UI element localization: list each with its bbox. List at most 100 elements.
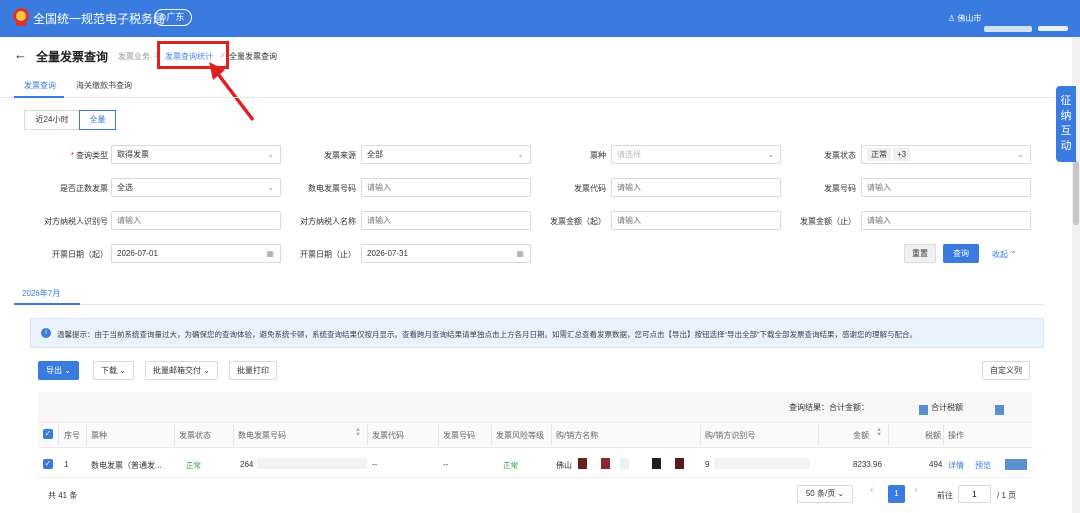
amount-to-input[interactable]: [861, 211, 1031, 230]
batch-print-button[interactable]: 批量打印: [229, 361, 277, 380]
tab-month[interactable]: 2026年7月: [22, 288, 60, 299]
query-type-label-text: 查询类型: [76, 151, 108, 160]
invoice-kind-label: 票种: [590, 151, 606, 160]
breadcrumb-item-invoice-business[interactable]: 发票业务: [118, 51, 150, 62]
amount-from-input[interactable]: [611, 211, 781, 230]
cell-number: --: [443, 460, 449, 469]
redacted-value: [919, 405, 928, 415]
sort-icon[interactable]: ▲ ▼: [355, 427, 361, 438]
select-all-checkbox[interactable]: ✓: [43, 429, 53, 439]
chevron-down-icon: ⌄: [62, 366, 71, 375]
filter-last-24h-button[interactable]: 近24小时: [24, 110, 80, 130]
status-more-tag: +3: [893, 148, 911, 161]
column-divider: [818, 425, 819, 445]
column-divider: [943, 425, 944, 445]
info-icon: i: [41, 328, 51, 338]
prev-page-icon[interactable]: ‹: [870, 484, 874, 496]
app-title: 全国统一规范电子税务局: [33, 12, 166, 26]
cell-name: 佛山: [556, 461, 572, 470]
export-button[interactable]: 导出 ⌄: [38, 361, 79, 380]
collapse-link[interactable]: 收起 ⌃: [992, 249, 1017, 260]
source-select[interactable]: 全部 ⌄: [361, 145, 531, 164]
notice-text: 温馨提示：由于当前系统查询量过大，为确保您的查询体验，避免系统卡顿，系统查询结果…: [57, 330, 917, 339]
counterparty-name-input[interactable]: [361, 211, 531, 230]
query-type-select[interactable]: 取得发票 ⌄: [111, 145, 281, 164]
col-risk: 发票风险等级: [496, 431, 544, 440]
tab-invoice-query[interactable]: 发票查询: [24, 80, 56, 91]
scrollbar-thumb[interactable]: [1073, 161, 1079, 225]
col-tax: 税额: [925, 431, 941, 440]
cell-e-number: 264: [240, 460, 254, 469]
cell-status: 正常: [186, 461, 201, 470]
invoice-code-input[interactable]: [611, 178, 781, 197]
positive-invoice-select[interactable]: 全选 ⌄: [111, 178, 281, 197]
main-tabs: [0, 76, 1072, 98]
invoice-number-input[interactable]: [861, 178, 1031, 197]
region-selector[interactable]: ⊙广东: [154, 9, 192, 26]
redacted-name: [652, 458, 661, 469]
col-e-number[interactable]: 数电发票号码: [238, 430, 286, 441]
col-actions: 操作: [948, 431, 964, 440]
column-divider: [367, 425, 368, 445]
summary-bar: [38, 392, 1032, 422]
date-to-picker[interactable]: 2026-07-31 ▦: [361, 244, 531, 263]
goto-page-input[interactable]: [958, 485, 991, 503]
preview-link[interactable]: 预览: [975, 460, 991, 471]
interaction-side-tab[interactable]: 征纳互动: [1056, 86, 1076, 162]
top-navbar: 全国统一规范电子税务局 ⊙广东 ♙ 佛山市: [0, 0, 1080, 37]
active-month-indicator: [14, 303, 80, 305]
chevron-down-icon: ⌄: [835, 489, 845, 498]
amount-to-label: 发票金额（止）: [800, 217, 856, 226]
col-number: 发票号码: [443, 431, 475, 440]
date-from-picker[interactable]: 2026-07-01 ▦: [111, 244, 281, 263]
reset-button[interactable]: 重置: [904, 244, 936, 263]
query-type-label: * 查询类型: [18, 150, 108, 161]
cell-amount: 8233.96: [853, 460, 882, 469]
col-status: 发票状态: [179, 431, 211, 440]
col-tax-id: 购/销方识别号: [705, 431, 756, 440]
filter-all-button[interactable]: 全量: [79, 110, 116, 130]
page-1-button[interactable]: 1: [888, 485, 905, 503]
custom-columns-button[interactable]: 自定义列: [982, 361, 1030, 380]
invoice-kind-select[interactable]: 请选择 ⌄: [611, 145, 781, 164]
counterparty-tax-id-input[interactable]: [111, 211, 281, 230]
row-checkbox[interactable]: ✓: [43, 459, 53, 469]
region-label: 广东: [166, 12, 185, 22]
breadcrumb-item-current: 全量发票查询: [229, 52, 277, 61]
download-button[interactable]: 下载 ⌄: [93, 361, 134, 380]
active-tab-indicator: [14, 96, 64, 98]
col-kind: 票种: [91, 431, 107, 440]
back-arrow-icon[interactable]: ←: [14, 47, 27, 62]
column-divider: [58, 425, 59, 445]
redacted-tax-id: [714, 458, 810, 469]
amount-from-label: 发票金额（起）: [550, 217, 606, 226]
date-to-label: 开票日期（止）: [300, 250, 356, 259]
query-button[interactable]: 查询: [943, 244, 979, 263]
column-divider: [700, 425, 701, 445]
redacted-user-info: [1038, 26, 1068, 31]
detail-link[interactable]: 详情: [948, 460, 964, 471]
column-divider: [491, 425, 492, 445]
user-menu[interactable]: ♙ 佛山市: [948, 13, 981, 24]
required-mark: *: [70, 151, 74, 160]
column-divider: [233, 425, 234, 445]
redacted-name: [601, 458, 610, 469]
column-divider: [438, 425, 439, 445]
col-amount[interactable]: 金额: [853, 430, 869, 441]
sort-icon[interactable]: ▲ ▼: [876, 427, 882, 438]
page-size-select[interactable]: 50 条/页 ⌄: [797, 485, 853, 503]
e-invoice-number-input[interactable]: [361, 178, 531, 197]
batch-mail-label: 批量邮箱交付: [153, 366, 201, 375]
date-to-value: 2026-07-31: [367, 249, 408, 258]
chevron-down-icon: ⌄: [117, 366, 126, 375]
column-divider: [174, 425, 175, 445]
redacted-name: [675, 458, 684, 469]
status-select[interactable]: 正常 +3 ⌄: [861, 145, 1031, 164]
positive-invoice-value: 全选: [117, 183, 133, 192]
next-page-icon[interactable]: ›: [914, 484, 918, 496]
status-label: 发票状态: [824, 151, 856, 160]
date-from-value: 2026-07-01: [117, 249, 158, 258]
batch-mail-button[interactable]: 批量邮箱交付 ⌄: [145, 361, 218, 380]
tab-customs-payment-query[interactable]: 海关缴款书查询: [76, 80, 132, 91]
counterparty-name-label: 对方纳税人名称: [300, 217, 356, 226]
